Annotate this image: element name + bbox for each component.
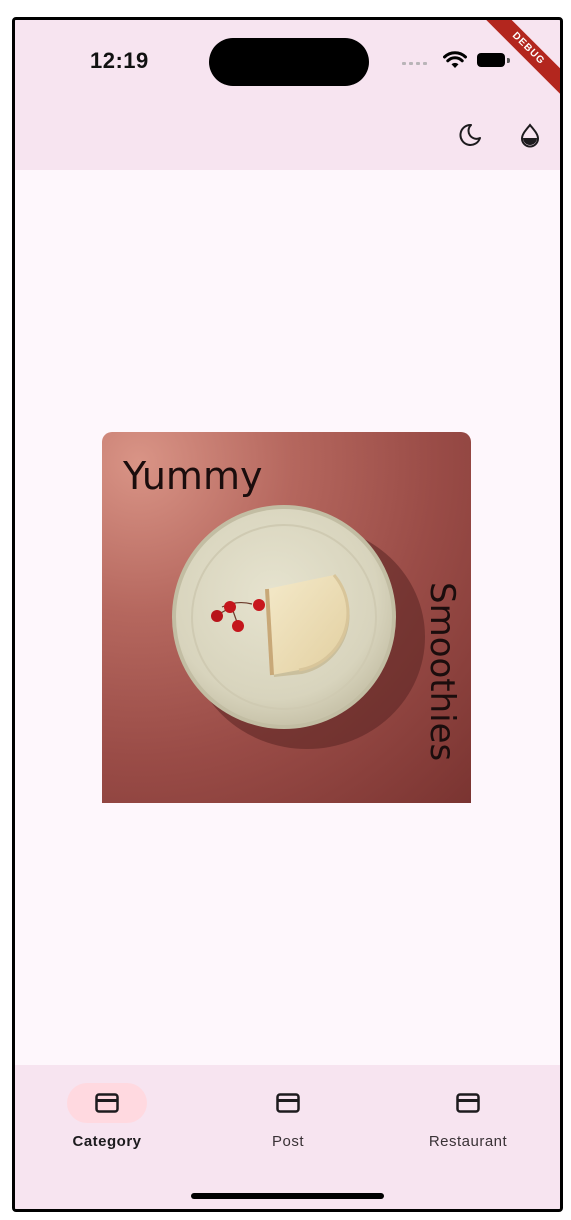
nav-label-restaurant: Restaurant [428, 1133, 508, 1150]
nav-item-restaurant[interactable]: Restaurant [393, 1083, 543, 1153]
status-time: 12:19 [90, 48, 149, 73]
wifi-icon [443, 51, 467, 68]
battery-cap [507, 58, 510, 63]
dynamic-island [209, 38, 369, 86]
nav-item-category[interactable]: Category [32, 1083, 182, 1153]
theme-toggle-button[interactable] [456, 121, 484, 149]
category-card[interactable]: Yummy Smoothies [102, 432, 471, 803]
credit-card-icon [95, 1093, 119, 1113]
battery-icon [477, 53, 505, 67]
card-vertical-label: Smoothies [422, 582, 462, 762]
bottom-navigation-bar: Category Post Restaurant [15, 1065, 560, 1209]
credit-card-icon [276, 1093, 300, 1113]
phone-screen: 12:19 DEBUG Yummy Smoothies Category Pos… [12, 17, 563, 1212]
app-bar: 12:19 DEBUG [15, 20, 560, 170]
signal-icon [402, 62, 427, 65]
card-title: Yummy [123, 454, 263, 498]
color-scheme-button[interactable] [516, 121, 544, 149]
water-drop-icon [520, 123, 540, 148]
moon-icon [459, 123, 481, 146]
nav-label-category: Category [72, 1133, 142, 1150]
nav-item-post[interactable]: Post [213, 1083, 363, 1153]
credit-card-icon [456, 1093, 480, 1113]
nav-label-post: Post [271, 1133, 304, 1150]
home-indicator[interactable] [191, 1193, 384, 1199]
